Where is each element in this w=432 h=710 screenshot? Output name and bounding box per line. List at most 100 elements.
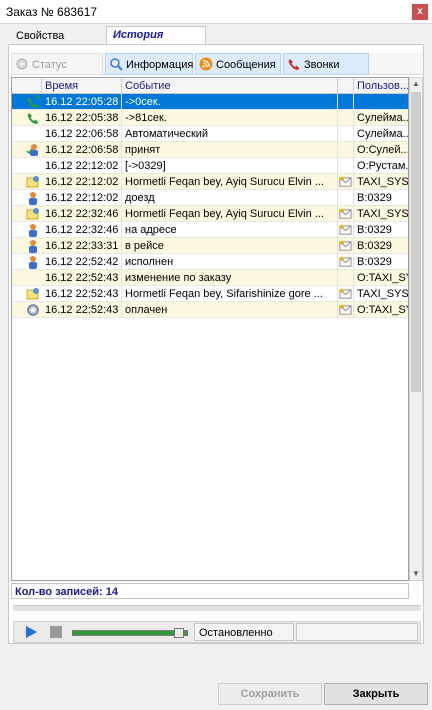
- history-grid[interactable]: Время Событие Пользов... 16.12 22:05:28-…: [11, 77, 409, 581]
- col-user[interactable]: Пользов...: [354, 78, 408, 94]
- scroll-down-icon[interactable]: ▼: [410, 568, 422, 580]
- envelope-icon: [338, 302, 354, 318]
- vertical-scrollbar[interactable]: ▲ ▼: [409, 77, 423, 581]
- row-icon: [26, 127, 40, 141]
- phone-incoming-icon: [26, 95, 40, 109]
- driver-icon: [26, 255, 40, 269]
- envelope-icon: [338, 190, 354, 206]
- row-time: 16.12 22:05:38: [42, 110, 122, 126]
- row-user: B:0329: [354, 254, 408, 270]
- envelope-icon: [338, 126, 354, 142]
- audio-player: Остановленно: [13, 621, 421, 643]
- envelope-icon: [338, 94, 354, 110]
- envelope-icon: [338, 158, 354, 174]
- table-row[interactable]: 16.12 22:33:31 в рейсе B:0329: [12, 238, 408, 254]
- player-status-extra: [296, 623, 418, 641]
- table-row[interactable]: 16.12 22:52:43оплачен O:TAXI_SY...: [12, 302, 408, 318]
- table-row[interactable]: 16.12 22:12:02 Hormetli Feqan bey, Ayiq S…: [12, 174, 408, 190]
- driver-icon: [26, 191, 40, 205]
- row-user: [354, 94, 408, 110]
- table-row[interactable]: 16.12 22:05:28 ->0сек.: [12, 94, 408, 110]
- subtab-calls-label: Звонки: [304, 59, 340, 71]
- table-row[interactable]: 16.12 22:06:58 Автоматический Сулейма...: [12, 126, 408, 142]
- row-event: в рейсе: [122, 238, 338, 254]
- table-row[interactable]: 16.12 22:12:02 доезд B:0329: [12, 190, 408, 206]
- envelope-icon: [338, 270, 354, 286]
- subtab-info[interactable]: Информация: [105, 53, 193, 75]
- subtab-messages[interactable]: Сообщения: [195, 53, 281, 75]
- envelope-icon: [338, 142, 354, 158]
- row-time: 16.12 22:32:46: [42, 206, 122, 222]
- table-row[interactable]: 16.12 22:32:46 на адресе B:0329: [12, 222, 408, 238]
- row-event: Hormetli Feqan bey, Ayiq Surucu Elvin ..…: [122, 174, 338, 190]
- rss-icon: [199, 57, 213, 71]
- col-event[interactable]: Событие: [122, 78, 338, 94]
- tab-history[interactable]: История: [106, 26, 206, 45]
- row-event: ->0сек.: [122, 94, 338, 110]
- status-icon: [16, 58, 28, 70]
- dialog-footer: Сохранить Закрыть: [0, 650, 432, 710]
- row-event: принят: [122, 142, 338, 158]
- play-icon[interactable]: [24, 625, 38, 639]
- tab-bar: Свойства История: [8, 26, 428, 45]
- splitter[interactable]: [13, 605, 421, 611]
- row-time: 16.12 22:06:58: [42, 126, 122, 142]
- row-user: B:0329: [354, 238, 408, 254]
- table-row[interactable]: 16.12 22:52:42 исполнен B:0329: [12, 254, 408, 270]
- row-event: Автоматический: [122, 126, 338, 142]
- table-row[interactable]: 16.12 22:06:58 принят O:Сулей...: [12, 142, 408, 158]
- row-user: O:Сулей...: [354, 142, 408, 158]
- volume-slider-knob[interactable]: [174, 628, 184, 638]
- col-time[interactable]: Время: [42, 78, 122, 94]
- volume-slider[interactable]: [72, 630, 188, 636]
- row-time: 16.12 22:12:02: [42, 190, 122, 206]
- driver-icon: [26, 239, 40, 253]
- stop-button[interactable]: [50, 626, 62, 638]
- row-time: 16.12 22:52:42: [42, 254, 122, 270]
- row-time: 16.12 22:05:28: [42, 94, 122, 110]
- row-icon: [26, 159, 40, 173]
- player-status: Остановленно: [194, 623, 294, 641]
- record-count: Кол-во записей: 14: [11, 583, 409, 599]
- message-icon: [26, 207, 40, 221]
- envelope-icon: [338, 238, 354, 254]
- tab-properties[interactable]: Свойства: [10, 28, 70, 44]
- row-time: 16.12 22:12:02: [42, 158, 122, 174]
- row-event: [->0329]: [122, 158, 338, 174]
- row-event: на адресе: [122, 222, 338, 238]
- col-icons: [12, 78, 42, 94]
- table-row[interactable]: 16.12 22:12:02 [->0329] O:Рустам...: [12, 158, 408, 174]
- row-user: O:Рустам...: [354, 158, 408, 174]
- subtab-messages-label: Сообщения: [216, 59, 276, 71]
- row-time: 16.12 22:52:43: [42, 270, 122, 286]
- envelope-icon: [338, 286, 354, 302]
- message-icon: [26, 175, 40, 189]
- subtab-info-label: Информация: [126, 59, 194, 71]
- close-button[interactable]: Закрыть: [324, 683, 428, 705]
- table-row[interactable]: 16.12 22:52:43 изменение по заказу O:TAXI_…: [12, 270, 408, 286]
- subtab-calls[interactable]: Звонки: [283, 53, 369, 75]
- row-time: 16.12 22:52:43: [42, 286, 122, 302]
- user-accept-icon: [26, 143, 40, 157]
- phone-icon: [288, 59, 300, 70]
- row-user: B:0329: [354, 222, 408, 238]
- row-user: O:TAXI_SY...: [354, 270, 408, 286]
- subtab-status[interactable]: Статус: [11, 53, 103, 75]
- save-button[interactable]: Сохранить: [218, 683, 322, 705]
- subtab-status-label: Статус: [32, 59, 67, 71]
- row-event: Hormetli Feqan bey, Sifarishinize gore .…: [122, 286, 338, 302]
- envelope-icon: [338, 254, 354, 270]
- close-window-button[interactable]: x: [412, 4, 428, 20]
- row-time: 16.12 22:12:02: [42, 174, 122, 190]
- row-event: Hormetli Feqan bey, Ayiq Surucu Elvin ..…: [122, 206, 338, 222]
- window-title: Заказ № 683617: [6, 5, 98, 19]
- table-row[interactable]: 16.12 22:05:38 ->81сек. Сулейма...: [12, 110, 408, 126]
- row-event: изменение по заказу: [122, 270, 338, 286]
- table-row[interactable]: 16.12 22:52:43 Hormetli Feqan bey, Sifari…: [12, 286, 408, 302]
- table-row[interactable]: 16.12 22:32:46 Hormetli Feqan bey, Ayiq S…: [12, 206, 408, 222]
- envelope-icon: [338, 206, 354, 222]
- scroll-up-icon[interactable]: ▲: [410, 78, 422, 90]
- scroll-thumb[interactable]: [411, 92, 421, 392]
- grid-header: Время Событие Пользов...: [12, 78, 408, 94]
- row-event: оплачен: [122, 302, 338, 318]
